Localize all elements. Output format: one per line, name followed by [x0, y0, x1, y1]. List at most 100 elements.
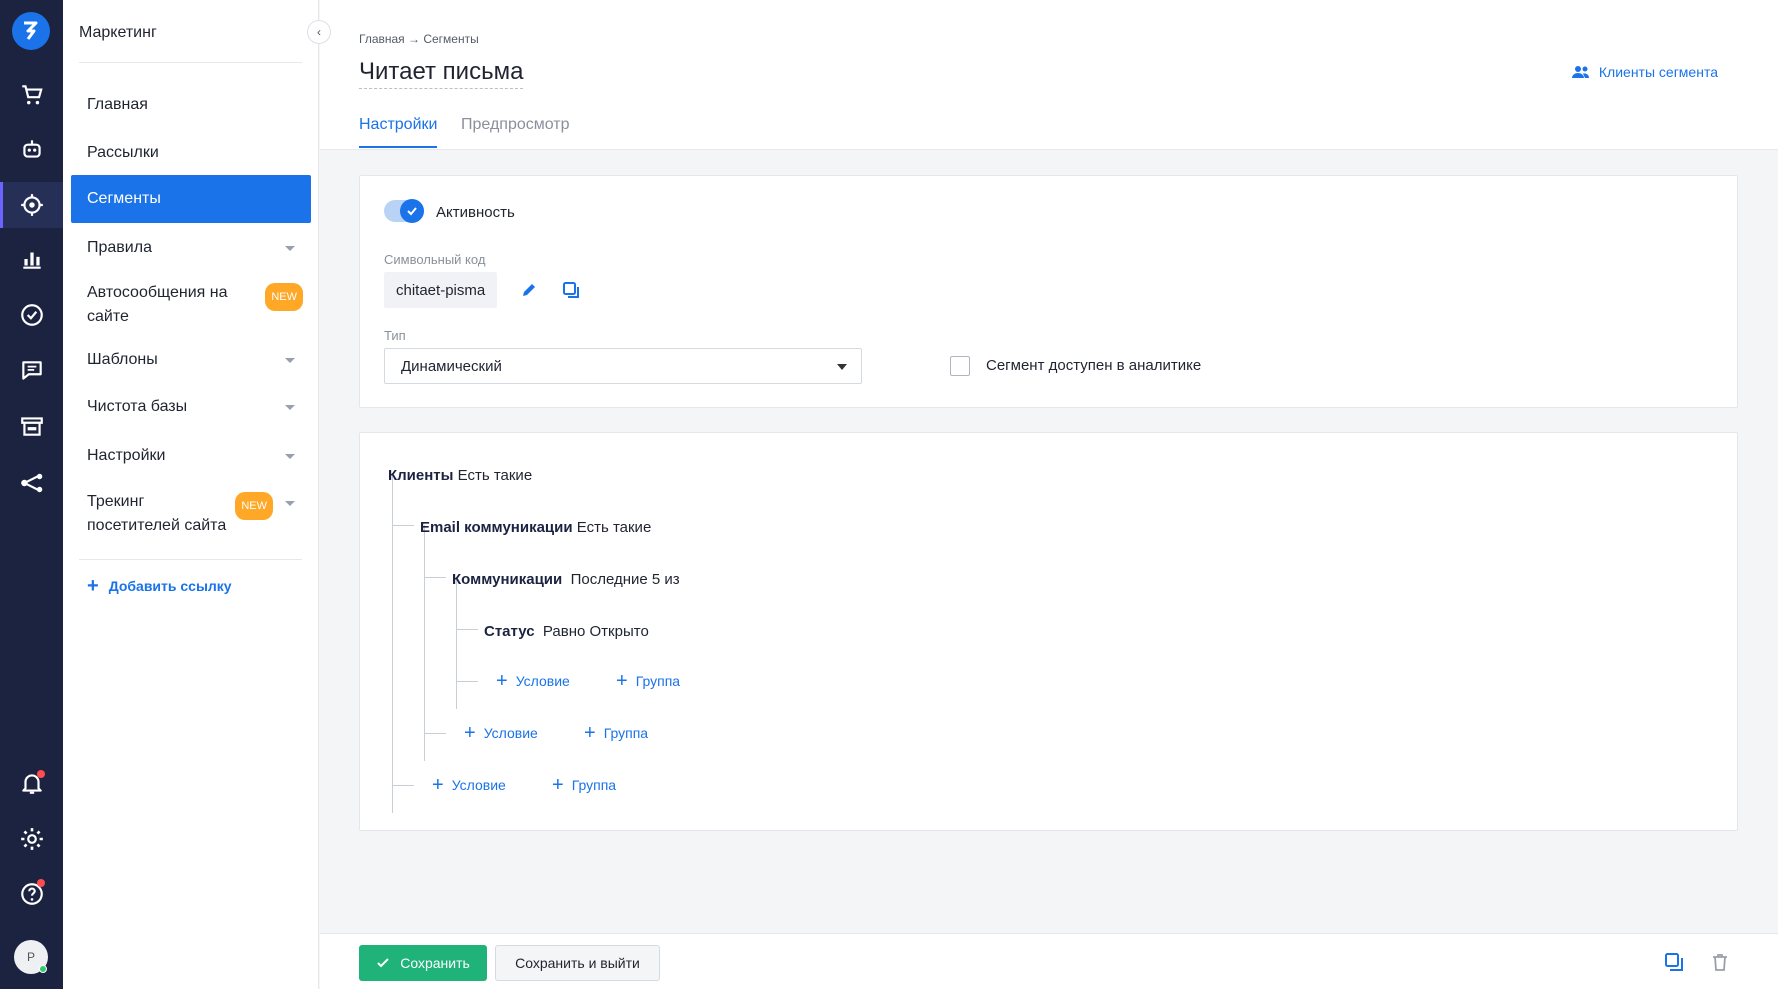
activity-label: Активность: [436, 204, 515, 221]
tree-node-communications[interactable]: Коммуникации Последние 5 из: [452, 571, 680, 588]
page-title[interactable]: Читает письма: [359, 58, 524, 89]
tree-node-condition: Равно Открыто: [542, 623, 649, 640]
tree-line: [424, 525, 425, 761]
bell-icon[interactable]: [0, 760, 63, 806]
nav-item-segments[interactable]: Сегменты: [71, 175, 311, 223]
new-badge: NEW: [235, 492, 273, 520]
online-indicator: [39, 965, 47, 973]
trash-icon[interactable]: [1710, 952, 1732, 974]
chevron-down-icon: [285, 357, 295, 363]
chart-icon[interactable]: [0, 236, 63, 282]
nav-item-label: Рассылки: [87, 144, 159, 161]
conditions-card: Клиенты Есть такие Email коммуникации Ес…: [359, 432, 1738, 831]
target-icon[interactable]: [0, 182, 63, 228]
plus-icon: +: [552, 774, 564, 796]
add-condition-button[interactable]: + Условие: [464, 723, 538, 743]
type-select[interactable]: Динамический: [384, 348, 862, 384]
tree-node-title: Статус: [484, 623, 535, 640]
nav-item-label: Настройки: [87, 447, 166, 464]
check-circle-icon[interactable]: [0, 292, 63, 338]
new-badge: NEW: [265, 283, 303, 311]
tree-node-email[interactable]: Email коммуникации Есть такие: [420, 519, 651, 536]
nav-item-settings[interactable]: Настройки: [71, 433, 311, 479]
tree-line: [456, 629, 478, 630]
nav-item-label: Автосообщения на сайте: [87, 284, 228, 325]
segment-clients-link[interactable]: Клиенты сегмента: [1571, 64, 1718, 80]
tree-node-clients[interactable]: Клиенты Есть такие: [388, 467, 532, 484]
logo-icon[interactable]: [12, 12, 50, 50]
chevron-down-icon: [285, 453, 295, 459]
pencil-icon[interactable]: [520, 281, 538, 304]
save-button[interactable]: Сохранить: [359, 945, 487, 981]
add-link-button[interactable]: + Добавить ссылку: [87, 575, 232, 597]
cart-icon[interactable]: [0, 72, 63, 118]
plus-icon: +: [616, 670, 628, 692]
avatar[interactable]: Р: [14, 940, 48, 974]
nav-item-db-clean[interactable]: Чистота базы: [71, 384, 311, 430]
tree-node-title: Email коммуникации: [420, 519, 573, 536]
nav-item-label: Чистота базы: [87, 398, 188, 415]
tree-node-condition: Есть такие: [576, 519, 652, 536]
icon-rail: Р: [0, 0, 63, 989]
add-link-label: Добавить ссылку: [108, 578, 232, 594]
tree-line: [392, 785, 414, 786]
nav-item-templates[interactable]: Шаблоны: [71, 337, 311, 383]
chevron-down-icon: [285, 404, 295, 410]
add-group-label: Группа: [603, 725, 649, 741]
nav-item-automessages[interactable]: Автосообщения на сайте NEW: [71, 278, 311, 332]
notification-dot: [37, 770, 45, 778]
tree-node-condition: Есть такие: [457, 467, 533, 484]
activity-toggle[interactable]: [384, 199, 424, 223]
add-group-button[interactable]: + Группа: [616, 670, 680, 692]
tree-line: [456, 577, 457, 709]
add-condition-button[interactable]: + Условие: [496, 671, 570, 691]
code-value: chitaet-pisma: [384, 272, 498, 308]
tree-line: [392, 525, 414, 526]
settings-card: Активность Символьный код chitaet-pisma …: [359, 175, 1738, 408]
nav-item-home[interactable]: Главная: [71, 82, 311, 128]
tab-preview[interactable]: Предпросмотр: [461, 116, 570, 146]
share-icon[interactable]: [0, 460, 63, 506]
check-icon: [377, 958, 389, 968]
avatar-letter: Р: [26, 950, 35, 964]
segment-clients-label: Клиенты сегмента: [1598, 64, 1718, 80]
chat-icon[interactable]: [0, 348, 63, 394]
add-condition-label: Условие: [451, 777, 506, 793]
analytics-label: Сегмент доступен в аналитике: [986, 357, 1202, 374]
add-group-button[interactable]: + Группа: [552, 774, 617, 796]
add-group-label: Группа: [571, 777, 617, 793]
analytics-checkbox[interactable]: [950, 356, 970, 376]
tree-line: [424, 733, 446, 734]
breadcrumb[interactable]: Главная → Сегменты: [359, 32, 479, 46]
main-content: Главная → Сегменты Читает письма Клиенты…: [320, 0, 1778, 989]
tree-node-status[interactable]: Статус Равно Открыто: [484, 623, 649, 640]
nav-item-tracking[interactable]: Трекинг посетителей сайта NEW: [71, 487, 311, 541]
nav-item-label: Правила: [87, 239, 152, 256]
nav-item-label: Трекинг посетителей сайта: [87, 493, 227, 534]
help-icon[interactable]: [0, 871, 63, 917]
nav-item-label: Главная: [87, 96, 148, 113]
add-condition-label: Условие: [515, 673, 570, 689]
save-exit-button[interactable]: Сохранить и выйти: [495, 945, 660, 981]
chevron-down-icon: [285, 245, 295, 251]
add-group-button[interactable]: + Группа: [584, 722, 649, 744]
tab-settings[interactable]: Настройки: [359, 116, 438, 148]
copy-icon[interactable]: [562, 281, 580, 304]
divider: [79, 559, 302, 560]
collapse-sidebar-button[interactable]: ‹: [307, 20, 331, 44]
bot-icon[interactable]: [0, 126, 63, 172]
store-icon[interactable]: [0, 403, 63, 449]
copy-icon[interactable]: [1664, 952, 1686, 974]
plus-icon: +: [584, 722, 596, 744]
check-icon: [400, 199, 424, 223]
nav-title: Маркетинг: [79, 24, 157, 41]
add-condition-label: Условие: [483, 725, 538, 741]
tree-line: [424, 577, 446, 578]
gear-icon[interactable]: [0, 816, 63, 862]
add-condition-button[interactable]: + Условие: [432, 775, 506, 795]
nav-item-mailings[interactable]: Рассылки: [71, 130, 311, 176]
footer-bar: Сохранить Сохранить и выйти: [320, 933, 1778, 989]
plus-icon: +: [87, 575, 99, 597]
save-label: Сохранить: [400, 955, 470, 971]
nav-item-rules[interactable]: Правила: [71, 225, 311, 271]
